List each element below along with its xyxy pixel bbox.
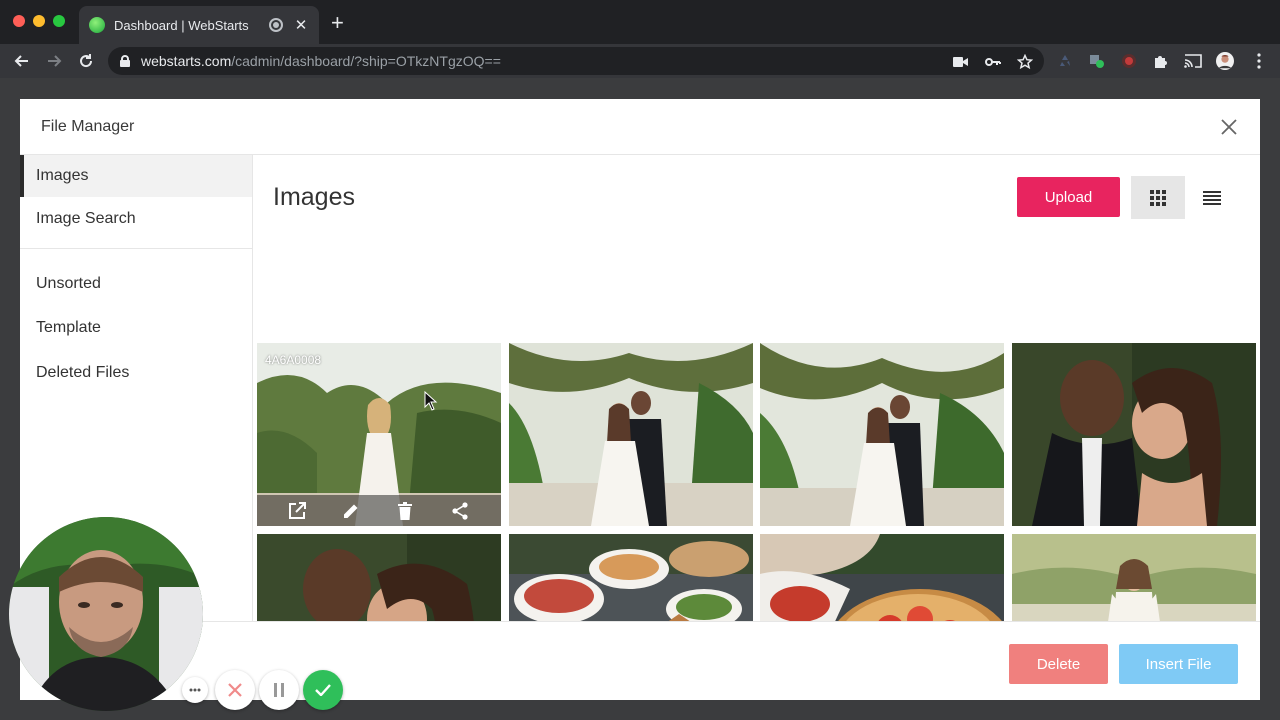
- key-icon[interactable]: [984, 53, 1002, 71]
- insert-file-button[interactable]: Insert File: [1119, 644, 1238, 684]
- cast-icon[interactable]: [1184, 52, 1202, 70]
- sidebar-item-deleted-files[interactable]: Deleted Files: [20, 352, 252, 394]
- sidebar-item-images[interactable]: Images: [20, 155, 252, 197]
- browser-tab-bar: Dashboard | WebStarts ✕ +: [0, 0, 1280, 44]
- file-manager-modal: File Manager Images Image Search Unsorte…: [20, 99, 1260, 700]
- back-arrow-icon: [14, 55, 28, 67]
- profile-avatar-icon[interactable]: [1216, 52, 1234, 70]
- reload-button[interactable]: [74, 49, 98, 73]
- new-tab-button[interactable]: +: [331, 12, 344, 34]
- sidebar-item-unsorted[interactable]: Unsorted: [20, 263, 252, 305]
- catering-platters-photo: [509, 534, 753, 621]
- tab-close-button[interactable]: ✕: [293, 16, 309, 34]
- sidebar-divider: [20, 248, 252, 249]
- reload-icon: [80, 54, 93, 68]
- bookmark-star-icon[interactable]: [1016, 53, 1034, 71]
- open-external-icon: [289, 502, 306, 519]
- image-thumbnail[interactable]: [257, 534, 501, 621]
- couple-under-trees-wide-photo: [760, 343, 1004, 526]
- share-icon: [452, 502, 468, 520]
- camera-icon[interactable]: [952, 53, 970, 71]
- browser-tab[interactable]: Dashboard | WebStarts ✕: [79, 6, 319, 44]
- lock-icon: [120, 55, 130, 67]
- image-thumbnail[interactable]: [509, 534, 753, 621]
- close-icon: [1221, 119, 1237, 135]
- bride-in-field-photo: [1012, 534, 1256, 621]
- image-thumbnail[interactable]: [760, 343, 1004, 526]
- extension-grammar-icon[interactable]: [1088, 52, 1106, 70]
- window-close-button[interactable]: [13, 15, 25, 27]
- extension-recycle-icon[interactable]: [1056, 52, 1074, 70]
- edit-icon: [344, 504, 358, 518]
- list-icon: [1203, 190, 1221, 205]
- window-zoom-button[interactable]: [53, 15, 65, 27]
- address-bar[interactable]: webstarts.com/cadmin/dashboard/?ship=OTk…: [108, 47, 1044, 75]
- caprese-platter-photo: [760, 534, 1004, 621]
- recorder-more-button[interactable]: [182, 677, 208, 703]
- media-playing-icon[interactable]: [269, 18, 283, 32]
- forward-arrow-icon: [48, 55, 62, 67]
- more-dots-icon: [189, 688, 201, 692]
- image-thumbnail[interactable]: [1012, 343, 1256, 526]
- favicon-icon: [89, 17, 105, 33]
- extensions-puzzle-icon[interactable]: [1152, 52, 1170, 70]
- extension-record-icon[interactable]: [1120, 52, 1138, 70]
- window-minimize-button[interactable]: [33, 15, 45, 27]
- forward-button[interactable]: [42, 49, 66, 73]
- edit-button[interactable]: [341, 501, 361, 521]
- webcam-overlay: [9, 517, 203, 711]
- pause-icon: [274, 683, 284, 697]
- recorder-finish-button[interactable]: [303, 670, 343, 710]
- couple-kiss-photo: [257, 534, 501, 621]
- page-title: Images: [273, 183, 355, 211]
- recorder-pause-button[interactable]: [259, 670, 299, 710]
- sidebar-item-image-search[interactable]: Image Search: [20, 198, 252, 240]
- image-thumbnail[interactable]: [1012, 534, 1256, 621]
- couple-under-trees-photo: [509, 343, 753, 526]
- tab-title: Dashboard | WebStarts: [114, 17, 249, 33]
- modal-close-button[interactable]: [1218, 116, 1240, 138]
- grid-view-toggle[interactable]: [1131, 176, 1185, 219]
- image-thumbnail[interactable]: [509, 343, 753, 526]
- grid-icon: [1150, 189, 1166, 206]
- back-button[interactable]: [10, 49, 34, 73]
- delete-image-button[interactable]: [395, 501, 415, 521]
- sidebar-item-template[interactable]: Template: [20, 307, 252, 349]
- image-thumbnail[interactable]: [760, 534, 1004, 621]
- url-host: webstarts.com: [141, 53, 232, 69]
- open-external-button[interactable]: [287, 501, 307, 521]
- image-action-bar: [257, 495, 501, 526]
- modal-title: File Manager: [41, 118, 135, 135]
- image-thumbnail[interactable]: 4A6A0008: [257, 343, 501, 526]
- image-filename: 4A6A0008: [265, 353, 322, 367]
- delete-button[interactable]: Delete: [1009, 644, 1108, 684]
- presenter-video: [9, 517, 203, 711]
- images-panel: Images Upload 4A6A0008: [253, 155, 1260, 621]
- checkmark-icon: [315, 684, 331, 696]
- browser-toolbar: webstarts.com/cadmin/dashboard/?ship=OTk…: [0, 44, 1280, 78]
- mouse-cursor-icon: [424, 391, 438, 411]
- modal-header: File Manager: [20, 99, 1260, 155]
- recorder-cancel-button[interactable]: [215, 670, 255, 710]
- browser-menu-icon[interactable]: [1250, 52, 1268, 70]
- upload-button[interactable]: Upload: [1017, 177, 1120, 217]
- url-path: /cadmin/dashboard/?ship=OTkzNTgzOQ==: [231, 53, 501, 69]
- delete-icon: [398, 502, 412, 520]
- cancel-x-icon: [228, 683, 242, 697]
- couple-close-up-photo: [1012, 343, 1256, 526]
- list-view-toggle[interactable]: [1193, 176, 1231, 219]
- share-button[interactable]: [450, 501, 470, 521]
